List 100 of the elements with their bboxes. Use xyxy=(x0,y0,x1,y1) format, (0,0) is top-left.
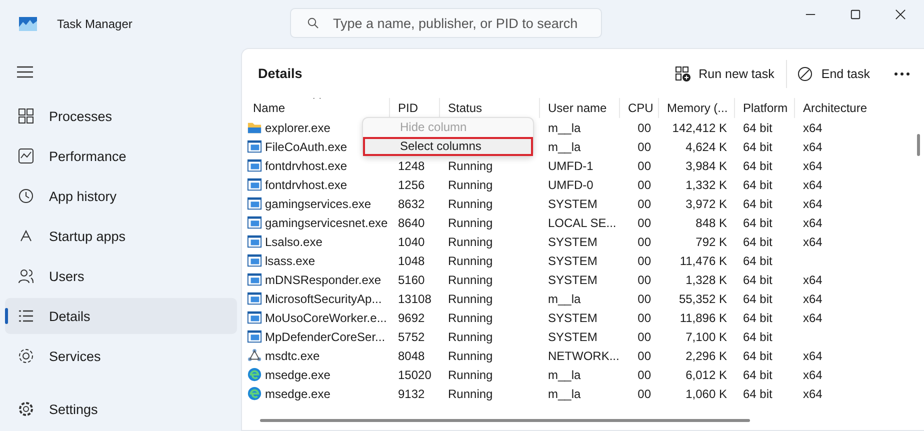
process-name: Lsalso.exe xyxy=(265,234,322,248)
table-cell: x64 xyxy=(803,272,822,286)
close-icon[interactable] xyxy=(895,9,906,20)
app-window-icon xyxy=(247,139,262,154)
table-cell: x64 xyxy=(803,196,822,210)
table-cell: x64 xyxy=(803,368,822,382)
chart-icon xyxy=(18,148,34,164)
table-cell: Running xyxy=(448,292,493,306)
process-name: fontdrvhost.exe xyxy=(265,178,348,192)
table-cell: x64 xyxy=(803,216,822,230)
column-header[interactable]: CPU xyxy=(620,98,659,118)
table-cell: m__la xyxy=(548,368,581,382)
table-cell: 6,012 K xyxy=(686,368,727,382)
table-cell: 00 xyxy=(638,140,651,154)
window-title: Task Manager xyxy=(57,17,132,31)
process-name: msedge.exe xyxy=(265,368,330,382)
table-cell: Running xyxy=(448,216,493,230)
table-cell: 00 xyxy=(638,348,651,362)
prohibited-icon xyxy=(797,66,814,82)
table-cell: 64 bit xyxy=(743,368,772,382)
table-cell: Running xyxy=(448,254,493,268)
table-cell: 8048 xyxy=(398,348,425,362)
sidebar-item[interactable]: Users xyxy=(5,258,237,294)
table-cell: SYSTEM xyxy=(548,254,598,268)
column-header[interactable]: Platform xyxy=(735,98,795,118)
table-cell: 64 bit xyxy=(743,140,772,154)
table-cell: 64 bit xyxy=(743,272,772,286)
table-cell: UMFD-0 xyxy=(548,178,594,192)
app-window-icon xyxy=(247,291,262,306)
table-cell: 3,972 K xyxy=(686,196,727,210)
table-cell: 00 xyxy=(638,310,651,324)
table-cell: 1040 xyxy=(398,234,425,248)
browser-icon xyxy=(247,367,262,382)
run-new-task-button[interactable]: Run new task xyxy=(664,60,784,88)
process-name: lsass.exe xyxy=(265,254,316,268)
table-cell: Running xyxy=(448,158,493,172)
table-cell: SYSTEM xyxy=(548,234,598,248)
app-window-icon xyxy=(247,196,262,211)
settings-item[interactable]: Settings xyxy=(5,391,237,427)
sidebar-item[interactable]: Services xyxy=(5,338,237,374)
table-cell: 1048 xyxy=(398,254,425,268)
table-cell: 00 xyxy=(638,216,651,230)
table-cell: Running xyxy=(448,386,493,400)
sidebar-item[interactable]: App history xyxy=(5,178,237,214)
maximize-icon[interactable] xyxy=(850,9,861,20)
table-cell: 1,060 K xyxy=(686,386,727,400)
table-cell: 7,100 K xyxy=(686,330,727,344)
more-icon[interactable] xyxy=(894,72,910,76)
table-cell: 9132 xyxy=(398,386,425,400)
app-window-icon xyxy=(247,158,262,173)
search-field[interactable]: Type a name, publisher, or PID to search xyxy=(290,8,602,38)
table-cell: 64 bit xyxy=(743,254,772,268)
scrollbar-thumb[interactable] xyxy=(260,419,750,422)
process-name: MicrosoftSecurityAp... xyxy=(265,292,382,306)
menu-icon[interactable] xyxy=(17,66,33,78)
process-name: gamingservices.exe xyxy=(265,196,372,210)
end-task-button[interactable]: End task xyxy=(786,60,880,88)
table-cell: x64 xyxy=(803,292,822,306)
table-cell: SYSTEM xyxy=(548,310,598,324)
column-header[interactable]: User name xyxy=(540,98,620,118)
table-cell: 00 xyxy=(638,292,651,306)
table-cell: 64 bit xyxy=(743,348,772,362)
scrollbar-thumb[interactable] xyxy=(917,134,920,156)
sidebar-item[interactable]: Performance xyxy=(5,138,237,174)
network-icon xyxy=(247,348,262,363)
table-cell: 00 xyxy=(638,368,651,382)
table-cell: x64 xyxy=(803,120,822,134)
menu-item[interactable]: Select columns xyxy=(363,137,533,156)
table-cell: Running xyxy=(448,272,493,286)
table-cell: 64 bit xyxy=(743,196,772,210)
table-cell: SYSTEM xyxy=(548,330,598,344)
sidebar-item[interactable]: Details xyxy=(5,298,237,334)
app-window-icon xyxy=(247,177,262,192)
list-icon xyxy=(18,308,34,324)
sidebar-item[interactable]: Startup apps xyxy=(5,218,237,254)
table-cell: 9692 xyxy=(398,310,425,324)
table-cell: 64 bit xyxy=(743,292,772,306)
folder-icon xyxy=(247,120,262,135)
app-window-icon xyxy=(247,215,262,230)
table-cell: 00 xyxy=(638,120,651,134)
table-cell: x64 xyxy=(803,140,822,154)
table-cell: x64 xyxy=(803,234,822,248)
column-header[interactable]: Architecture xyxy=(795,98,907,118)
process-name: FileCoAuth.exe xyxy=(265,140,348,154)
table-cell: 792 K xyxy=(696,234,727,248)
process-name: mDNSResponder.exe xyxy=(265,272,382,286)
clock-icon xyxy=(18,188,34,204)
table-cell: LOCAL SE... xyxy=(548,216,616,230)
table-cell: 64 bit xyxy=(743,120,772,134)
table-cell: 00 xyxy=(638,386,651,400)
column-header[interactable]: Memory (... xyxy=(659,98,735,118)
table-cell: 64 bit xyxy=(743,158,772,172)
table-cell: 00 xyxy=(638,178,651,192)
new-task-icon xyxy=(674,66,691,82)
table-cell: SYSTEM xyxy=(548,196,598,210)
app-window-icon xyxy=(247,329,262,344)
table-cell: 2,296 K xyxy=(686,348,727,362)
sidebar-item[interactable]: Processes xyxy=(5,98,237,134)
table-cell: 3,984 K xyxy=(686,158,727,172)
process-name: msedge.exe xyxy=(265,386,330,400)
